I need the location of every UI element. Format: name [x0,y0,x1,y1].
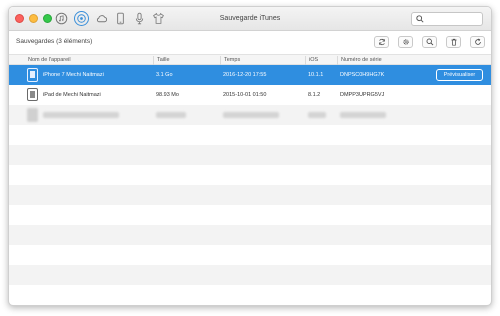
empty-row [9,125,491,145]
empty-row [9,245,491,265]
search-backup-button[interactable] [422,36,437,48]
refresh-icon [474,38,481,45]
iphone-device-icon [27,68,38,82]
table-header: Nom de l'appareil Taille Temps iOS Numér… [9,54,491,65]
column-header-size[interactable]: Taille [153,56,170,65]
backup-time: 2015-10-01 01:50 [223,92,267,98]
zoom-button[interactable] [43,14,52,23]
backup-icon[interactable] [74,11,89,26]
blurred-device-name [43,112,119,118]
phone-icon[interactable] [114,11,127,26]
backup-time: 2016-12-20 17:55 [223,72,267,78]
backups-table: Nom de l'appareil Taille Temps iOS Numér… [9,54,491,305]
device-name: iPhone 7 Mechi Naitmazi [43,72,104,78]
column-header-time[interactable]: Temps [220,56,240,65]
tshirt-icon[interactable] [152,11,165,26]
search-icon [416,15,424,23]
preview-button[interactable]: Prévisualiser [436,69,483,81]
ios-version: 8.1.2 [308,92,321,98]
empty-row [9,145,491,165]
window-controls [15,14,52,23]
blurred-ios [308,112,326,118]
category-icons [55,11,165,26]
search-input[interactable] [426,14,480,24]
trash-icon [450,38,457,46]
itunes-backup-window: Sauvegarde iTunes Sauvegardes (3 élément… [8,6,492,306]
microphone-icon[interactable] [133,11,146,26]
empty-row [9,285,491,305]
serial-number: DMPP3UPRG5VJ [340,92,385,98]
backups-count-label: Sauvegardes (3 éléments) [16,38,93,45]
blurred-serial [340,112,386,118]
empty-row [9,265,491,285]
search-icon [426,38,433,46]
device-name: iPad de Mechi Naitmazi [43,92,101,98]
cloud-icon[interactable] [95,11,108,26]
close-button[interactable] [15,14,24,23]
search-box[interactable] [411,12,483,26]
music-icon[interactable] [55,11,68,26]
delete-button[interactable] [446,36,461,48]
settings-icon [402,39,409,45]
ios-version: 10.1.1 [308,72,324,78]
sync-icon [378,38,385,46]
table-row-blurred[interactable] [9,105,491,125]
column-header-ios[interactable]: iOS [305,56,318,65]
ipad-device-icon [27,88,38,101]
sync-button[interactable] [374,36,389,48]
empty-row [9,185,491,205]
column-header-device-name[interactable]: Nom de l'appareil [25,56,71,65]
toolbar: Sauvegardes (3 éléments) [9,31,491,54]
table-row[interactable]: iPhone 7 Mechi Naitmazi 3.1 Go 2016-12-2… [9,65,491,85]
settings-button[interactable] [398,36,413,48]
serial-number: DNPSC0H9HG7K [340,72,385,78]
toolbar-actions [374,36,485,48]
title-bar: Sauvegarde iTunes [9,7,491,31]
minimize-button[interactable] [29,14,38,23]
refresh-button[interactable] [470,36,485,48]
table-row[interactable]: iPad de Mechi Naitmazi 98.93 Mo 2015-10-… [9,85,491,105]
backup-size: 98.93 Mo [156,92,179,98]
backup-size: 3.1 Go [156,72,173,78]
device-icon-blurred [27,108,38,122]
blurred-size [156,112,186,118]
blurred-time [223,112,279,118]
empty-row [9,225,491,245]
empty-row [9,205,491,225]
empty-row [9,165,491,185]
column-header-serial[interactable]: Numéro de série [337,56,382,65]
